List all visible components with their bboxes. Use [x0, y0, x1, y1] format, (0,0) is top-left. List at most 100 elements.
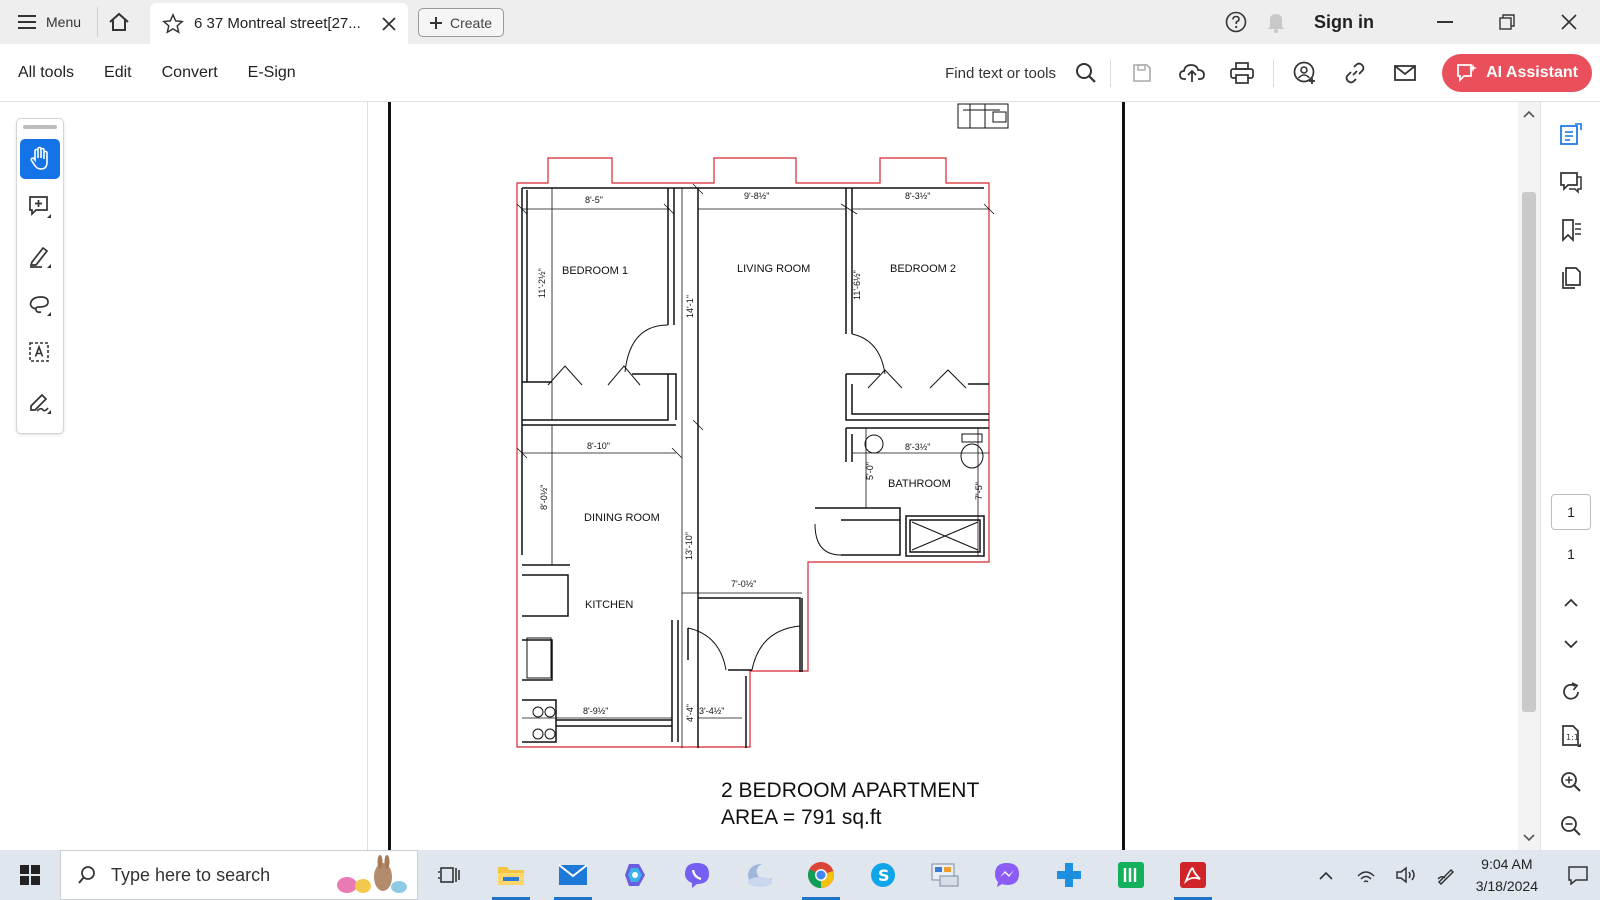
add-comment-button[interactable] — [20, 187, 60, 227]
pages-panel-button[interactable] — [1553, 260, 1589, 296]
print-button[interactable] — [1217, 53, 1267, 93]
rotate-button[interactable] — [1553, 674, 1589, 710]
menu-button[interactable]: Menu — [0, 0, 97, 44]
menu-e-sign[interactable]: E-Sign — [248, 64, 296, 82]
next-page-button[interactable] — [1553, 626, 1589, 662]
highlight-button[interactable] — [20, 237, 60, 277]
home-button[interactable] — [98, 0, 140, 44]
spreadsheet-app[interactable] — [1100, 850, 1162, 900]
mail-icon — [1394, 65, 1416, 81]
title-bar: Menu 6 37 Montreal street[27... Create S… — [0, 0, 1600, 44]
dimension-label: 13'-10" — [684, 532, 694, 560]
menu-convert[interactable]: Convert — [162, 64, 218, 82]
star-icon[interactable] — [162, 12, 184, 35]
start-button[interactable] — [0, 850, 60, 900]
document-tab[interactable]: 6 37 Montreal street[27... — [150, 3, 408, 44]
chrome-app[interactable] — [790, 850, 852, 900]
page-number-input[interactable]: 1 — [1551, 494, 1591, 530]
task-view-button[interactable] — [418, 850, 480, 900]
fit-page-button[interactable]: 1:1 — [1553, 718, 1589, 754]
clock-time: 9:04 AM — [1481, 856, 1533, 872]
copilot-app[interactable] — [604, 850, 666, 900]
signature-icon — [30, 393, 51, 414]
system-tray: 9:04 AM 3/18/2024 — [1306, 850, 1600, 900]
sign-button[interactable] — [20, 383, 60, 423]
document-margin — [1148, 102, 1518, 850]
medical-cross-icon — [1057, 863, 1081, 887]
close-window-button[interactable] — [1538, 0, 1600, 44]
chevron-up-icon — [1319, 871, 1333, 880]
zoom-in-button[interactable] — [1553, 764, 1589, 800]
scroll-up-icon[interactable] — [1523, 110, 1535, 118]
previous-page-button[interactable] — [1553, 584, 1589, 620]
minimize-button[interactable] — [1414, 0, 1476, 44]
divider — [1110, 59, 1111, 87]
volume-button[interactable] — [1386, 850, 1426, 900]
hand-tool-button[interactable] — [20, 139, 60, 179]
bookmarks-panel-button[interactable] — [1553, 212, 1589, 248]
find-text-button[interactable]: Find text or tools — [945, 65, 1056, 82]
clock[interactable]: 9:04 AM 3/18/2024 — [1476, 853, 1538, 897]
messenger-app[interactable] — [976, 850, 1038, 900]
menu-edit[interactable]: Edit — [104, 64, 132, 82]
draw-button[interactable] — [20, 285, 60, 325]
plus-icon — [429, 16, 442, 29]
upload-button[interactable] — [1167, 53, 1217, 93]
health-app[interactable] — [1038, 850, 1100, 900]
tab-title: 6 37 Montreal street[27... — [194, 15, 361, 32]
room-label-bathroom: BATHROOM — [888, 478, 951, 490]
save-button[interactable] — [1117, 53, 1167, 93]
zoom-out-button[interactable] — [1553, 808, 1589, 844]
copy-pages-icon — [1562, 267, 1581, 289]
chevron-down-icon — [1564, 639, 1578, 648]
network-button[interactable] — [1346, 850, 1386, 900]
text-select-button[interactable] — [20, 333, 60, 373]
scrollbar-thumb[interactable] — [1522, 192, 1536, 712]
scroll-down-icon[interactable] — [1523, 834, 1535, 842]
link-button[interactable] — [1330, 53, 1380, 93]
lasso-icon — [29, 296, 51, 316]
taskbar-search[interactable]: Type here to search — [60, 850, 418, 900]
help-button[interactable] — [1216, 2, 1256, 42]
dimension-label: 8'-9½" — [583, 706, 608, 716]
pen-button[interactable] — [1426, 850, 1466, 900]
skype-app[interactable]: S — [852, 850, 914, 900]
cloud-app[interactable] — [728, 850, 790, 900]
divider — [1273, 59, 1274, 87]
email-button[interactable] — [1380, 53, 1430, 93]
menu-all-tools[interactable]: All tools — [18, 64, 74, 82]
close-tab-icon[interactable] — [382, 16, 396, 31]
quick-tools — [16, 118, 64, 434]
restore-button[interactable] — [1476, 0, 1538, 44]
control-panel-icon — [931, 863, 959, 887]
room-label-dining: DINING ROOM — [584, 512, 660, 524]
edit-panel-button[interactable] — [1553, 116, 1589, 152]
dimension-label: 3'-4½" — [699, 706, 724, 716]
vertical-scrollbar[interactable] — [1518, 102, 1540, 850]
ai-assistant-button[interactable]: AI Assistant — [1442, 54, 1592, 92]
file-explorer-app[interactable] — [480, 850, 542, 900]
cloud-upload-icon — [1179, 64, 1205, 82]
apartment-title: 2 BEDROOM APARTMENT AREA = 791 sq.ft — [721, 777, 979, 831]
comments-panel-button[interactable] — [1553, 164, 1589, 200]
control-panel-app[interactable] — [914, 850, 976, 900]
dimension-label: 4'-4" — [685, 704, 695, 722]
sign-in-link[interactable]: Sign in — [1314, 12, 1374, 33]
mail-app[interactable] — [542, 850, 604, 900]
copilot-icon — [625, 864, 645, 886]
notifications-button[interactable] — [1256, 2, 1296, 42]
dimension-label: 11'-2½" — [537, 268, 547, 298]
search-button[interactable] — [1068, 53, 1104, 93]
notification-center-button[interactable] — [1556, 850, 1600, 900]
share-user-button[interactable] — [1280, 53, 1330, 93]
acrobat-icon — [1180, 862, 1206, 888]
home-icon — [109, 12, 129, 31]
dimension-label: 8'-3½" — [905, 191, 930, 201]
acrobat-app[interactable] — [1162, 850, 1224, 900]
tray-expand-button[interactable] — [1306, 850, 1346, 900]
dimension-label: 8'-10" — [587, 441, 610, 451]
create-button[interactable]: Create — [418, 8, 504, 37]
mail-icon — [558, 864, 588, 885]
viber-app[interactable] — [666, 850, 728, 900]
drag-handle[interactable] — [23, 125, 57, 129]
